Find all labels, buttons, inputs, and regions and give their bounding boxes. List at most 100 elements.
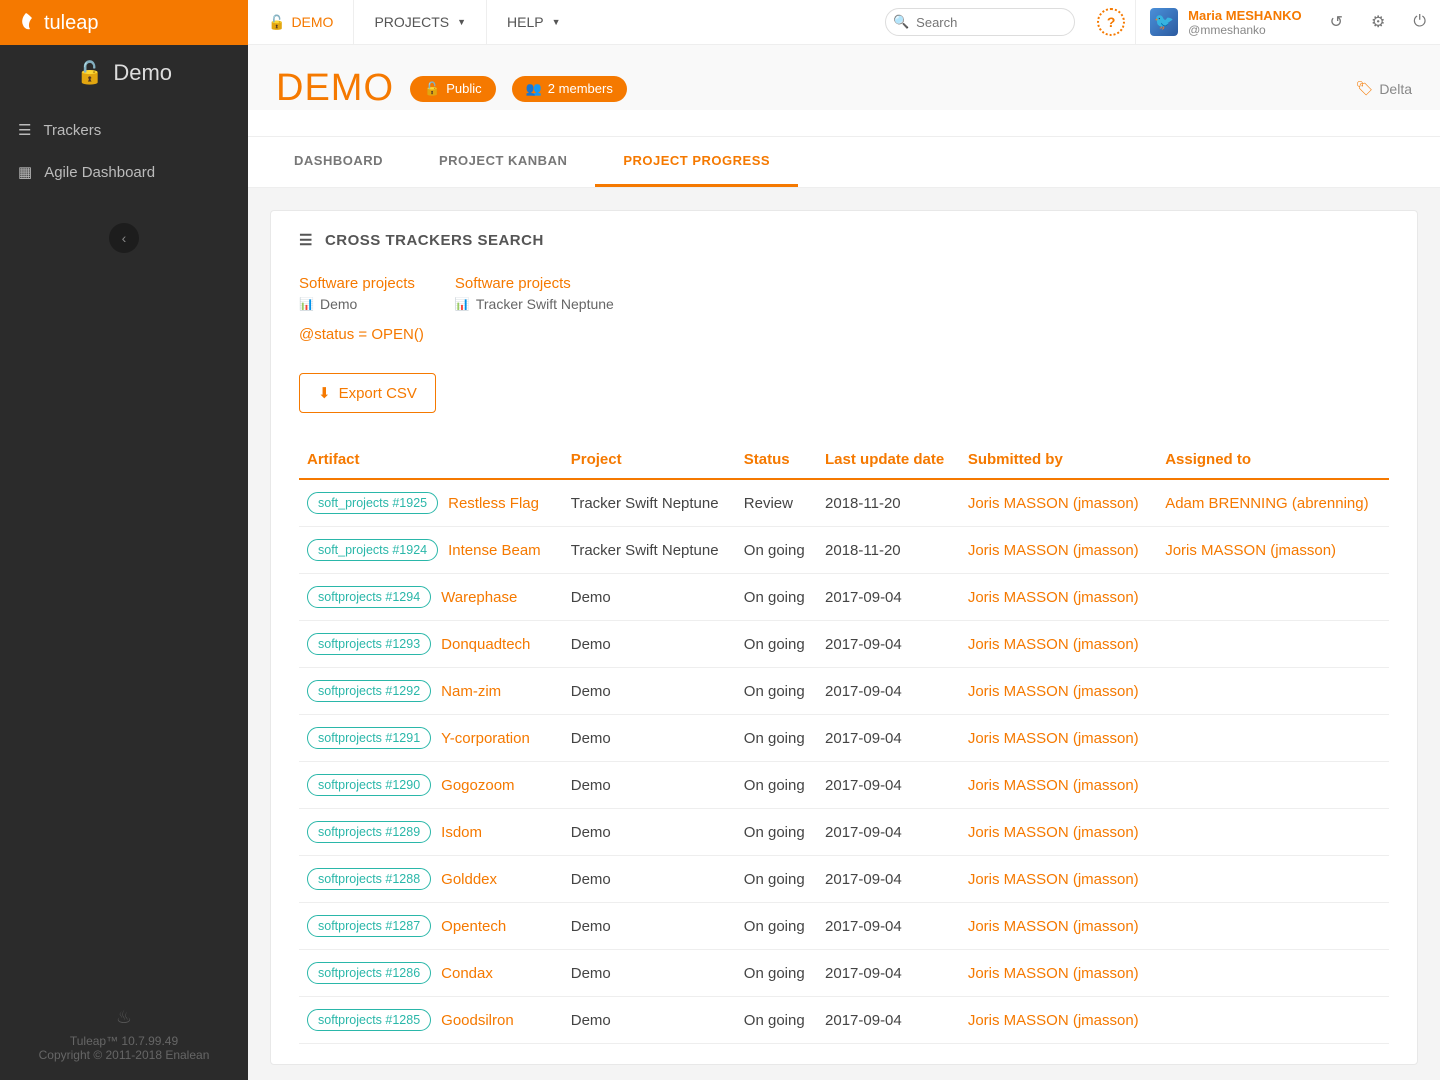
user-link[interactable]: Joris MASSON (jmasson) <box>968 965 1139 982</box>
topbar-current-project[interactable]: 🔓 DEMO <box>248 0 354 44</box>
tab-project-progress[interactable]: PROJECT PROGRESS <box>595 137 798 187</box>
artifact-title[interactable]: Restless Flag <box>448 495 539 512</box>
artifact-badge[interactable]: softprojects #1292 <box>307 680 431 702</box>
column-header[interactable]: Status <box>736 441 817 479</box>
avatar: 🐦 <box>1150 8 1178 36</box>
search-input[interactable] <box>885 8 1075 36</box>
artifact-badge[interactable]: softprojects #1291 <box>307 727 431 749</box>
artifact-badge[interactable]: softprojects #1287 <box>307 915 431 937</box>
column-header[interactable]: Artifact <box>299 441 563 479</box>
cell-value: Demo <box>563 809 736 856</box>
tab-dashboard[interactable]: DASHBOARD <box>266 137 411 187</box>
user-link[interactable]: Joris MASSON (jmasson) <box>1165 542 1336 559</box>
sidebar-collapse-button[interactable]: ‹ <box>109 223 139 253</box>
history-button[interactable]: ↺ <box>1316 12 1357 32</box>
sidebar-item-trackers[interactable]: ☰ Trackers <box>0 109 248 151</box>
cell-value: On going <box>736 574 817 621</box>
artifact-title[interactable]: Goodsilron <box>441 1012 514 1029</box>
artifact-title[interactable]: Opentech <box>441 918 506 935</box>
tracker-filter[interactable]: Software projects📊Tracker Swift Neptune <box>455 275 614 312</box>
user-link[interactable]: Joris MASSON (jmasson) <box>968 495 1139 512</box>
artifact-badge[interactable]: softprojects #1285 <box>307 1009 431 1031</box>
export-csv-button[interactable]: ⬇ Export CSV <box>299 373 436 413</box>
members-pill[interactable]: 👥 2 members <box>512 76 627 102</box>
cell-value: 2017-09-04 <box>817 903 960 950</box>
column-header[interactable]: Assigned to <box>1157 441 1389 479</box>
artifact-title[interactable]: Condax <box>441 965 493 982</box>
help-button[interactable]: ? <box>1097 8 1125 36</box>
user-link[interactable]: Joris MASSON (jmasson) <box>968 1012 1139 1029</box>
column-header[interactable]: Project <box>563 441 736 479</box>
settings-button[interactable]: ⚙ <box>1357 12 1399 32</box>
artifact-title[interactable]: Gogozoom <box>441 777 514 794</box>
table-row: softprojects #1294WarephaseDemoOn going2… <box>299 574 1389 621</box>
topbar-help-menu[interactable]: HELP ▼ <box>487 0 581 44</box>
artifact-title[interactable]: Golddex <box>441 871 497 888</box>
sidebar-item-agile-dashboard[interactable]: ▦ Agile Dashboard <box>0 151 248 193</box>
card-title: CROSS TRACKERS SEARCH <box>325 232 544 249</box>
artifact-title[interactable]: Donquadtech <box>441 636 530 653</box>
cell-value: 2017-09-04 <box>817 762 960 809</box>
sidebar-project-name: Demo <box>113 60 172 86</box>
user-link[interactable]: Joris MASSON (jmasson) <box>968 683 1139 700</box>
user-link[interactable]: Joris MASSON (jmasson) <box>968 824 1139 841</box>
user-name: Maria MESHANKO <box>1188 8 1301 23</box>
artifact-badge[interactable]: softprojects #1286 <box>307 962 431 984</box>
table-row: softprojects #1292Nam-zimDemoOn going201… <box>299 668 1389 715</box>
artifact-badge[interactable]: softprojects #1294 <box>307 586 431 608</box>
user-link[interactable]: Joris MASSON (jmasson) <box>968 730 1139 747</box>
user-link[interactable]: Joris MASSON (jmasson) <box>968 871 1139 888</box>
unlock-icon: 🔓 <box>76 60 103 86</box>
cell-value: Demo <box>563 950 736 997</box>
artifact-title[interactable]: Warephase <box>441 589 517 606</box>
cell-value <box>1157 621 1389 668</box>
brand-logo[interactable]: tuleap <box>0 0 248 45</box>
cell-value: On going <box>736 809 817 856</box>
cell-value <box>1157 950 1389 997</box>
artifact-title[interactable]: Nam-zim <box>441 683 501 700</box>
project-tag[interactable]: 🏷 Delta <box>1356 80 1412 97</box>
artifact-badge[interactable]: softprojects #1289 <box>307 821 431 843</box>
user-link[interactable]: Adam BRENNING (abrenning) <box>1165 495 1368 512</box>
table-row: softprojects #1291Y-corporationDemoOn go… <box>299 715 1389 762</box>
sidebar-project[interactable]: 🔓 Demo <box>0 45 248 101</box>
artifact-badge[interactable]: softprojects #1288 <box>307 868 431 890</box>
user-link[interactable]: Joris MASSON (jmasson) <box>968 918 1139 935</box>
topbar-current-label: DEMO <box>291 14 333 30</box>
user-link[interactable]: Joris MASSON (jmasson) <box>968 636 1139 653</box>
logout-button[interactable]: ⏻ <box>1399 13 1440 31</box>
filter-tracker: Demo <box>320 296 357 312</box>
artifact-badge[interactable]: softprojects #1290 <box>307 774 431 796</box>
artifact-title[interactable]: Y-corporation <box>441 730 530 747</box>
topbar-projects-menu[interactable]: PROJECTS ▼ <box>354 0 487 44</box>
users-icon: 👥 <box>526 81 542 97</box>
grid-icon: ▦ <box>18 163 32 181</box>
user-link[interactable]: Joris MASSON (jmasson) <box>968 777 1139 794</box>
user-link[interactable]: Joris MASSON (jmasson) <box>968 542 1139 559</box>
visibility-pill[interactable]: 🔓 Public <box>410 76 496 102</box>
table-row: softprojects #1288GolddexDemoOn going201… <box>299 856 1389 903</box>
cell-value: 2018-11-20 <box>817 527 960 574</box>
cell-value: On going <box>736 527 817 574</box>
column-header[interactable]: Last update date <box>817 441 960 479</box>
table-row: softprojects #1286CondaxDemoOn going2017… <box>299 950 1389 997</box>
tracker-filter[interactable]: Software projects📊Demo <box>299 275 415 312</box>
sidebar-item-label: Agile Dashboard <box>44 164 155 181</box>
cell-value <box>1157 574 1389 621</box>
sidebar-footer: ♨ Tuleap™ 10.7.99.49 Copyright © 2011-20… <box>0 997 248 1080</box>
history-icon: ↺ <box>1330 14 1343 31</box>
artifact-title[interactable]: Intense Beam <box>448 542 541 559</box>
cell-value <box>1157 903 1389 950</box>
tab-project-kanban[interactable]: PROJECT KANBAN <box>411 137 595 187</box>
artifact-badge[interactable]: soft_projects #1925 <box>307 492 438 514</box>
table-row: softprojects #1287OpentechDemoOn going20… <box>299 903 1389 950</box>
artifact-badge[interactable]: soft_projects #1924 <box>307 539 438 561</box>
user-menu[interactable]: 🐦 Maria MESHANKO @mmeshanko <box>1135 0 1315 44</box>
query-text[interactable]: @status = OPEN() <box>299 326 1389 343</box>
column-header[interactable]: Submitted by <box>960 441 1157 479</box>
export-label: Export CSV <box>339 385 417 402</box>
artifact-title[interactable]: Isdom <box>441 824 482 841</box>
user-link[interactable]: Joris MASSON (jmasson) <box>968 589 1139 606</box>
cell-value: On going <box>736 903 817 950</box>
artifact-badge[interactable]: softprojects #1293 <box>307 633 431 655</box>
